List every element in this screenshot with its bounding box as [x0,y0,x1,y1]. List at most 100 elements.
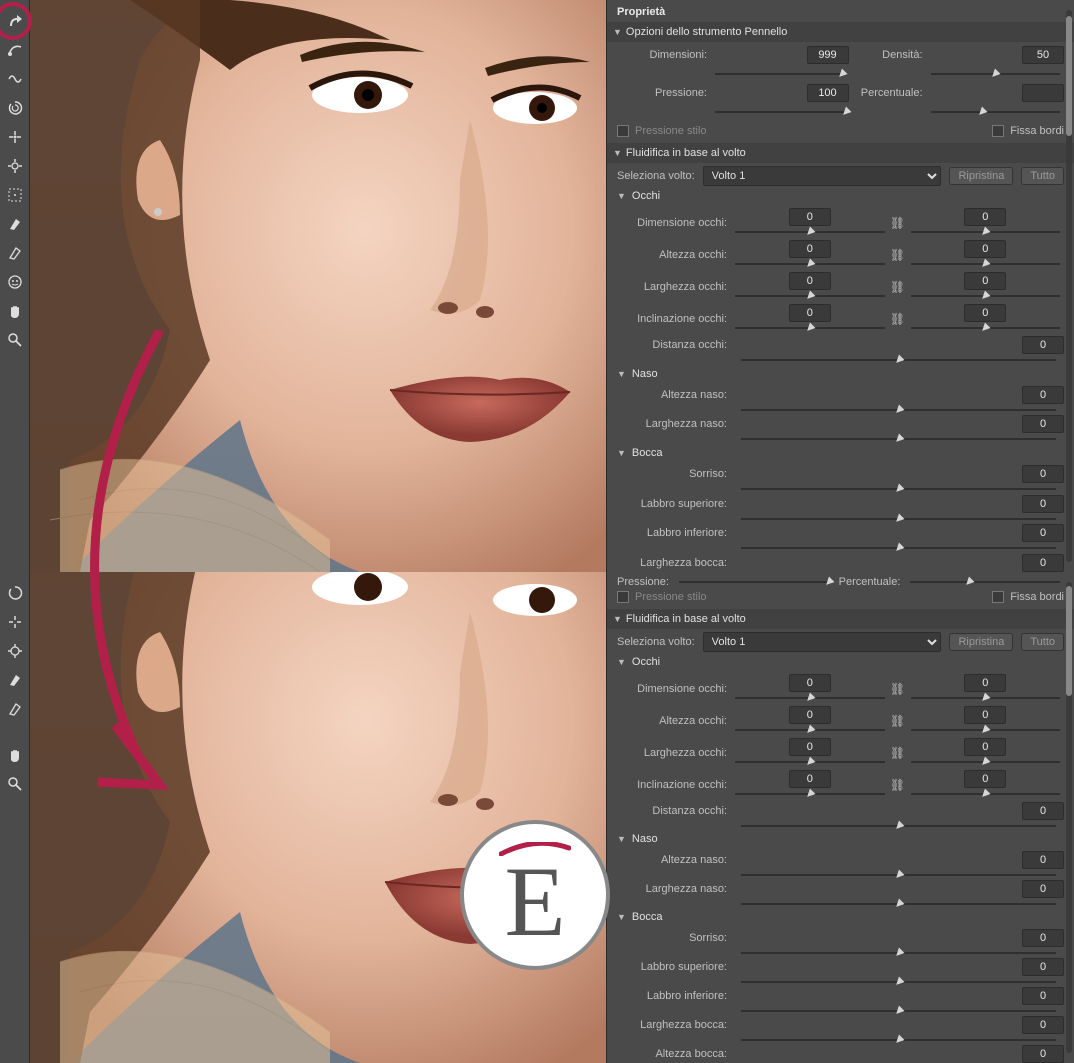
brush-options-header[interactable]: ▼ Opzioni dello strumento Pennello [607,22,1074,42]
nose-width-input[interactable] [1022,415,1064,433]
freeze-mask-tool-icon[interactable] [4,669,26,691]
eye-tilt-right-slider[interactable] [907,322,1065,334]
smile-slider[interactable] [737,947,1060,952]
eye-width-right-input[interactable] [964,272,1006,290]
eye-height-right-slider[interactable] [907,724,1065,736]
link-icon[interactable]: ⛓ [891,713,905,729]
eye-width-right-slider[interactable] [907,290,1065,302]
face-aware-header[interactable]: ▼ Fluidifica in base al volto [607,609,1074,629]
thaw-mask-tool-icon[interactable] [4,698,26,720]
eye-height-right-slider[interactable] [907,258,1065,270]
eye-distance-input[interactable] [1022,802,1064,820]
eye-size-right-slider[interactable] [907,692,1065,704]
forward-warp-tool-icon[interactable] [4,10,26,32]
smooth-tool-icon[interactable] [4,68,26,90]
brush-size-slider[interactable] [711,68,849,80]
mouth-width-input[interactable] [1022,1016,1064,1034]
eye-height-left-input[interactable] [789,706,831,724]
eyes-subheader[interactable]: ▼Occhi [607,186,1074,206]
lower-lip-slider[interactable] [737,1005,1060,1010]
eye-tilt-left-input[interactable] [789,770,831,788]
lower-lip-input[interactable] [1022,987,1064,1005]
eyes-subheader[interactable]: ▼Occhi [607,652,1074,672]
eye-height-left-slider[interactable] [731,258,889,270]
mouth-subheader[interactable]: ▼Bocca [607,443,1074,463]
mouth-subheader[interactable]: ▼Bocca [607,907,1074,927]
zoom-tool-icon[interactable] [4,329,26,351]
link-icon[interactable]: ⛓ [891,777,905,793]
brush-density-slider[interactable] [927,68,1065,80]
link-icon[interactable]: ⛓ [891,745,905,761]
panel-scrollbar[interactable] [1066,582,1072,1053]
eye-tilt-right-slider[interactable] [907,788,1065,800]
pucker-tool-icon[interactable] [4,611,26,633]
nose-subheader[interactable]: ▼Naso [607,829,1074,849]
brush-density-input[interactable] [1022,46,1064,64]
bloat-tool-icon[interactable] [4,155,26,177]
liquify-canvas-bottom[interactable] [30,572,606,1063]
eye-tilt-right-input[interactable] [964,304,1006,322]
upper-lip-input[interactable] [1022,495,1064,513]
eye-distance-slider[interactable] [737,820,1060,825]
eye-size-right-slider[interactable] [907,226,1065,238]
nose-height-slider[interactable] [737,869,1060,874]
mouth-height-input[interactable] [1022,1045,1064,1063]
eye-height-right-input[interactable] [964,706,1006,724]
pressure-slider[interactable] [675,576,833,588]
eye-height-right-input[interactable] [964,240,1006,258]
brush-size-input[interactable] [807,46,849,64]
nose-height-input[interactable] [1022,386,1064,404]
brush-pressure-input[interactable] [807,84,849,102]
mouth-width-slider[interactable] [737,1034,1060,1039]
link-icon[interactable]: ⛓ [891,279,905,295]
link-icon[interactable]: ⛓ [891,247,905,263]
eye-height-left-slider[interactable] [731,724,889,736]
link-icon[interactable]: ⛓ [891,311,905,327]
hand-tool-icon[interactable] [4,300,26,322]
eye-tilt-left-input[interactable] [789,304,831,322]
upper-lip-slider[interactable] [737,513,1060,519]
eye-tilt-right-input[interactable] [964,770,1006,788]
eye-size-right-input[interactable] [964,674,1006,692]
eye-tilt-left-slider[interactable] [731,788,889,800]
zoom-tool-icon[interactable] [4,773,26,795]
face-tool-icon[interactable] [4,271,26,293]
eye-width-left-slider[interactable] [731,756,889,768]
smile-input[interactable] [1022,465,1064,483]
eye-distance-input[interactable] [1022,336,1064,354]
eye-width-left-slider[interactable] [731,290,889,302]
select-face-dropdown[interactable]: Volto 1 [703,166,942,186]
eye-size-left-input[interactable] [789,208,831,226]
eye-distance-slider[interactable] [737,354,1060,360]
pucker-tool-icon[interactable] [4,126,26,148]
freeze-mask-tool-icon[interactable] [4,213,26,235]
lower-lip-slider[interactable] [737,542,1060,548]
nose-subheader[interactable]: ▼Naso [607,364,1074,384]
smile-input[interactable] [1022,929,1064,947]
twirl-tool-icon[interactable] [4,97,26,119]
nose-height-input[interactable] [1022,851,1064,869]
eye-size-right-input[interactable] [964,208,1006,226]
eye-width-right-slider[interactable] [907,756,1065,768]
upper-lip-input[interactable] [1022,958,1064,976]
link-icon[interactable]: ⛓ [891,681,905,697]
mouth-width-input[interactable] [1022,554,1064,572]
upper-lip-slider[interactable] [737,976,1060,981]
push-left-tool-icon[interactable] [4,184,26,206]
eye-width-right-input[interactable] [964,738,1006,756]
face-aware-header[interactable]: ▼ Fluidifica in base al volto [607,143,1074,163]
lower-lip-input[interactable] [1022,524,1064,542]
nose-height-slider[interactable] [737,404,1060,410]
liquify-canvas-top[interactable] [30,0,606,572]
twirl-tool-icon[interactable] [4,582,26,604]
eye-size-left-slider[interactable] [731,226,889,238]
link-icon[interactable]: ⛓ [891,215,905,231]
eye-size-left-input[interactable] [789,674,831,692]
nose-width-slider[interactable] [737,898,1060,903]
reconstruct-tool-icon[interactable] [4,39,26,61]
brush-pressure-slider[interactable] [711,106,849,118]
pin-edges-checkbox[interactable]: Fissa bordi [992,125,1064,137]
panel-scrollbar[interactable] [1066,10,1072,562]
eye-tilt-left-slider[interactable] [731,322,889,334]
nose-width-slider[interactable] [737,433,1060,439]
